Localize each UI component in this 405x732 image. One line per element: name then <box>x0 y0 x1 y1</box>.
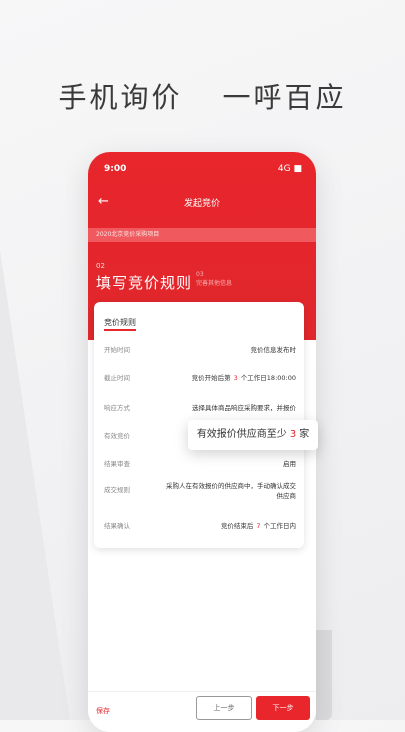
rule-row-end-time[interactable]: 截止时间 竞价开始后第 3 个工作日18:00:00 <box>94 366 304 386</box>
valid-bid-popup[interactable]: 有效报价供应商至少 3 家 <box>188 420 318 450</box>
rule-row-response-method[interactable]: 响应方式 选择具体商品响应采购要求，并报价 <box>94 396 304 416</box>
slogan-right: 一呼百应 <box>222 81 347 114</box>
background-wedge <box>0 250 70 720</box>
row-label: 响应方式 <box>104 404 130 412</box>
rule-row-result-review[interactable]: 结果审查 启用 <box>94 452 304 472</box>
row-label: 有效竞价 <box>104 432 130 440</box>
row-label: 结果审查 <box>104 460 130 468</box>
row-value: 竞价信息发布时 <box>250 346 297 354</box>
row-value-suffix: 个工作日18:00:00 <box>240 374 296 382</box>
row-value: 竞价开始后第 3 个工作日18:00:00 <box>192 372 296 382</box>
previous-step-button[interactable]: 上一步 <box>196 696 252 720</box>
navigation-bar: ← 发起竞价 <box>88 192 316 216</box>
popup-suffix: 家 <box>299 429 310 440</box>
card-title: 竞价规则 <box>104 317 136 331</box>
row-label: 开始时间 <box>104 346 130 354</box>
row-label: 截止时间 <box>104 374 130 382</box>
row-value: 采购人在有效报价的供应商中，手动确认成交供应商 <box>166 482 296 500</box>
phone-frame-edge <box>316 630 332 720</box>
slogan: 手机询价 一呼百应 <box>0 76 405 116</box>
row-value-suffix: 个工作日内 <box>263 522 297 530</box>
row-value-number: 3 <box>233 374 238 382</box>
row-value: 竞价结束后 7 个工作日内 <box>221 520 296 530</box>
next-step-number: 03 <box>196 271 204 278</box>
popup-number: 3 <box>289 429 297 440</box>
next-step-hint: 03 完善其他信息 <box>196 270 232 288</box>
footer-bar: 保存 上一步 下一步 <box>88 691 316 732</box>
rule-row-start-time[interactable]: 开始时间 竞价信息发布时 <box>94 338 304 358</box>
next-step-title: 完善其他信息 <box>196 280 233 287</box>
row-value-prefix: 竞价开始后第 <box>191 374 231 382</box>
row-value-prefix: 竞价结束后 <box>220 522 254 530</box>
next-step-button[interactable]: 下一步 <box>256 696 310 720</box>
row-label: 成交规则 <box>104 486 130 494</box>
save-button[interactable]: 保存 <box>96 706 110 716</box>
row-value: 选择具体商品响应采购要求，并报价 <box>192 404 296 412</box>
status-bar: 9:00 4G ■ <box>104 164 302 178</box>
status-time: 9:00 <box>104 164 127 174</box>
step-title: 填写竞价规则 <box>96 274 193 292</box>
slogan-left: 手机询价 <box>58 81 183 114</box>
row-label: 结果确认 <box>104 522 130 530</box>
row-value-number: 7 <box>256 522 261 530</box>
rule-row-deal-rule[interactable]: 成交规则 采购人在有效报价的供应商中，手动确认成交供应商 <box>94 478 304 508</box>
project-name-bar: 2020北京竞价采购项目 <box>88 228 316 242</box>
row-value: 启用 <box>283 460 296 468</box>
signal-icon: 4G ■ <box>277 164 302 174</box>
popup-prefix: 有效报价供应商至少 <box>196 429 287 440</box>
rule-row-result-confirm[interactable]: 结果确认 竞价结束后 7 个工作日内 <box>94 514 304 534</box>
step-number: 02 <box>96 262 105 270</box>
page-title: 发起竞价 <box>183 199 220 209</box>
